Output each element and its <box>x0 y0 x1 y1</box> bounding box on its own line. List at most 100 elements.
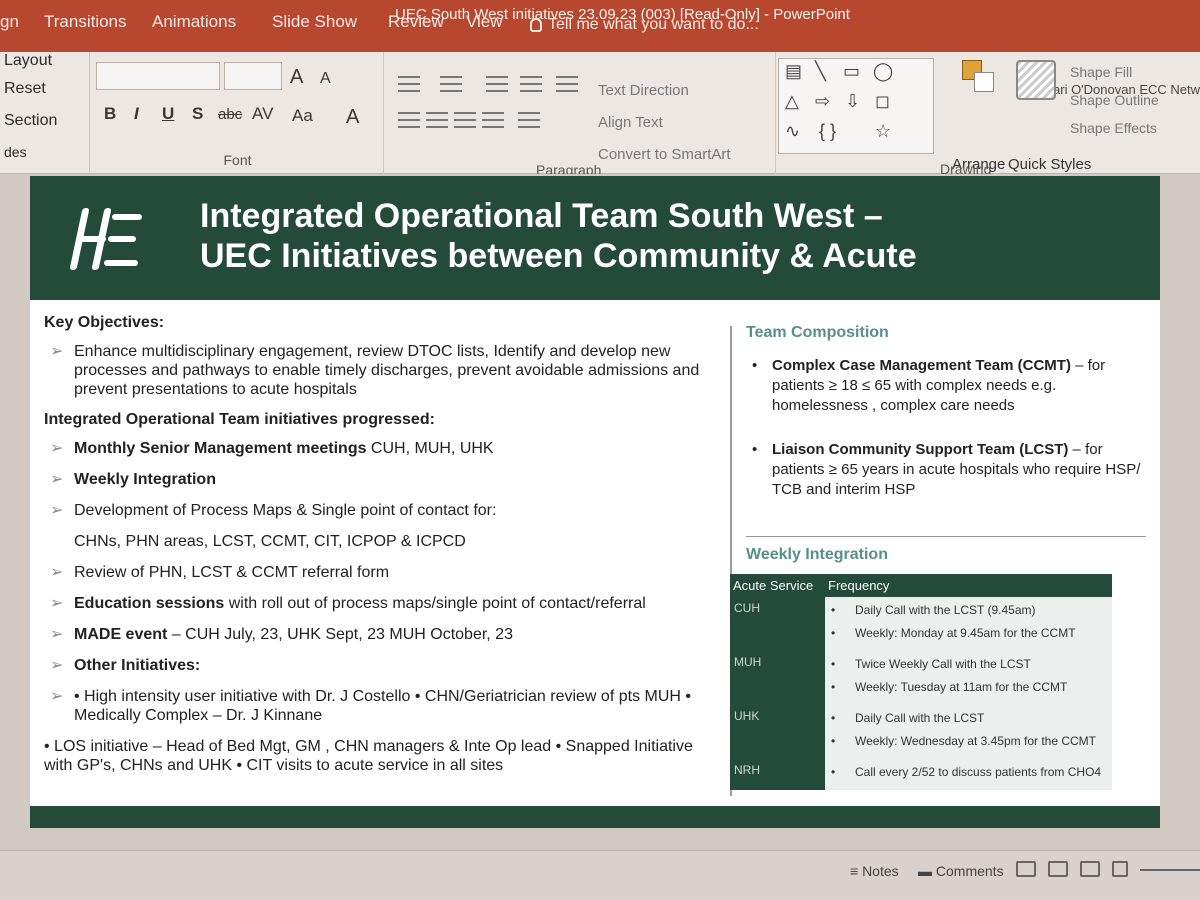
shape-effects-button[interactable]: Shape Effects <box>1070 120 1157 136</box>
initiative-item: ➢ Weekly Integration <box>50 471 216 488</box>
right-column: Team Composition • Complex Case Managemen… <box>746 324 1146 563</box>
initiative-item: ➢ Review of PHN, LCST & CCMT referral for… <box>50 564 390 581</box>
convert-smartart-button[interactable]: Convert to SmartArt <box>598 146 731 163</box>
status-bar: ≡ Notes ▬ Comments <box>0 850 1200 900</box>
arrow-shape-icon[interactable]: ⇨ <box>815 91 830 112</box>
team-composition-heading: Team Composition <box>746 324 889 341</box>
reset-button[interactable]: Reset <box>4 80 46 98</box>
other-initiatives-2: • LOS initiative – Head of Bed Mgt, GM ,… <box>44 738 693 774</box>
align-left-icon[interactable] <box>398 112 420 128</box>
zoom-slider[interactable] <box>1140 869 1200 871</box>
columns-icon[interactable] <box>518 112 540 128</box>
comments-button[interactable]: ▬ Comments <box>918 863 1004 879</box>
tell-me-text: Tell me what you want to do... <box>548 16 759 33</box>
slides-group-label: des <box>4 144 27 160</box>
down-arrow-shape-icon[interactable]: ⇩ <box>845 91 860 112</box>
reading-view-icon[interactable] <box>1080 861 1100 877</box>
align-right-icon[interactable] <box>454 112 476 128</box>
tab-animations[interactable]: Animations <box>152 12 236 32</box>
arrow-bullet-icon: ➢ <box>50 471 64 488</box>
slide-title: Integrated Operational Team South West –… <box>200 196 917 276</box>
curve-shape-icon[interactable]: ∿ <box>785 121 800 142</box>
star-shape-icon[interactable]: ☆ <box>875 121 891 142</box>
other-initiatives-1: ➢ • High intensity user initiative with D… <box>50 688 691 724</box>
table-row: MUH • Twice Weekly Call with the LCST • We… <box>730 651 1112 705</box>
progressed-heading: Integrated Operational Team initiatives … <box>44 411 435 428</box>
key-objective-item: ➢ Enhance multidisciplinary engagement, r… <box>50 343 700 398</box>
arrow-bullet-icon: ➢ <box>50 564 64 581</box>
char-spacing-button[interactable]: AV <box>252 104 273 124</box>
font-group: A A B I U S abc AV Aa A Font <box>92 52 384 174</box>
left-column: Key Objectives: ➢ Enhance multidisciplina… <box>44 314 724 787</box>
italic-button[interactable]: I <box>134 104 139 124</box>
initiative-item: ➢ Other Initiatives: <box>50 657 201 674</box>
team-item: • Complex Case Management Team (CCMT) – f… <box>752 357 1106 414</box>
quick-styles-icon[interactable] <box>1016 60 1056 100</box>
align-center-icon[interactable] <box>426 112 448 128</box>
increase-indent-icon[interactable] <box>520 76 542 92</box>
tab-transitions[interactable]: Transitions <box>44 12 127 32</box>
service-cell: MUH <box>730 651 825 705</box>
text-direction-button[interactable]: Text Direction <box>598 82 689 99</box>
callout-shape-icon[interactable]: ◻ <box>875 91 890 112</box>
table-row: CUH • Daily Call with the LCST (9.45am) •… <box>730 597 1112 651</box>
bullets-icon[interactable] <box>398 76 420 92</box>
normal-view-icon[interactable] <box>1016 861 1036 877</box>
font-color-button[interactable]: A <box>346 106 359 129</box>
arrow-bullet-icon: ➢ <box>50 657 64 674</box>
initiative-item: ➢ Monthly Senior Management meetings CUH,… <box>50 440 494 457</box>
oval-shape-icon[interactable]: ◯ <box>873 61 893 82</box>
slide[interactable]: Integrated Operational Team South West –… <box>30 176 1160 828</box>
arrow-bullet-icon: ➢ <box>50 688 64 705</box>
table-header: Frequency <box>825 574 1112 597</box>
bold-button[interactable]: B <box>104 104 116 124</box>
textbox-shape-icon[interactable]: ▤ <box>785 61 802 82</box>
font-size-input[interactable] <box>224 62 282 90</box>
notes-button[interactable]: ≡ Notes <box>850 863 899 879</box>
align-text-button[interactable]: Align Text <box>598 114 663 131</box>
section-rule <box>746 536 1146 537</box>
title-line-1: Integrated Operational Team South West – <box>200 197 883 235</box>
section-button[interactable]: Section <box>4 112 57 130</box>
justify-icon[interactable] <box>482 112 504 128</box>
line-spacing-icon[interactable] <box>556 76 578 92</box>
brace-shape-icon[interactable]: { } <box>819 121 836 142</box>
arrow-bullet-icon: ➢ <box>50 343 64 360</box>
table-row: NRH • Call every 2/52 to discuss patients… <box>730 759 1112 790</box>
table-header: Acute Service <box>730 574 825 597</box>
underline-button[interactable]: U <box>162 104 174 124</box>
notes-icon: ≡ <box>850 863 863 879</box>
grow-font-button[interactable]: A <box>290 66 303 89</box>
shadow-button[interactable]: S <box>192 104 203 124</box>
triangle-shape-icon[interactable]: △ <box>785 91 799 112</box>
change-case-button[interactable]: Aa <box>292 106 313 126</box>
weekly-integration-table: Acute Service Frequency CUH • Daily Call … <box>730 574 1112 790</box>
tell-me-box[interactable]: Tell me what you want to do... <box>530 16 759 34</box>
quick-styles-button[interactable]: Quick Styles <box>1008 156 1091 173</box>
shape-fill-button[interactable]: Shape Fill <box>1070 64 1132 80</box>
slide-sorter-icon[interactable] <box>1048 861 1068 877</box>
decrease-indent-icon[interactable] <box>486 76 508 92</box>
service-cell: UHK <box>730 705 825 759</box>
strikethrough-button[interactable]: abc <box>218 106 242 123</box>
shapes-gallery[interactable]: ▤ ╲ ▭ ◯ △ ⇨ ⇩ ◻ ∿ { } ☆ <box>778 58 934 154</box>
weekly-integration-heading: Weekly Integration <box>746 546 888 563</box>
tab-slide-show[interactable]: Slide Show <box>272 12 357 32</box>
shrink-font-button[interactable]: A <box>320 70 331 88</box>
initiative-item: ➢ Education sessions with roll out of pro… <box>50 595 646 612</box>
arrange-icon[interactable] <box>962 60 998 96</box>
service-cell: CUH <box>730 597 825 651</box>
rectangle-shape-icon[interactable]: ▭ <box>843 61 860 82</box>
line-shape-icon[interactable]: ╲ <box>815 61 826 82</box>
shape-outline-button[interactable]: Shape Outline <box>1070 92 1159 108</box>
layout-button[interactable]: Layout <box>4 52 52 70</box>
arrow-bullet-icon: ➢ <box>50 440 64 457</box>
table-header-row: Acute Service Frequency <box>730 574 1112 597</box>
initiative-item: CHNs, PHN areas, LCST, CCMT, CIT, ICPOP … <box>74 533 466 550</box>
slideshow-view-icon[interactable] <box>1112 861 1128 877</box>
arrow-bullet-icon: ➢ <box>50 595 64 612</box>
title-line-2: UEC Initiatives between Community & Acut… <box>200 237 917 275</box>
numbering-icon[interactable] <box>440 76 462 92</box>
tab-design[interactable]: gn <box>0 12 19 32</box>
font-name-input[interactable] <box>96 62 220 90</box>
